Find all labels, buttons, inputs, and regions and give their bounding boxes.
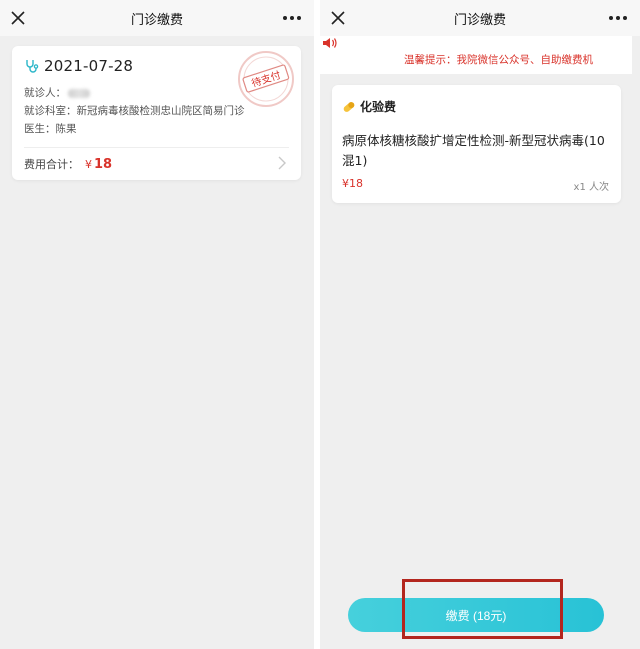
department-label: 就诊科室： xyxy=(24,105,77,117)
speaker-icon xyxy=(323,38,337,48)
total-row: 费用合计： ¥ 18 xyxy=(24,156,112,172)
notice-text: 温馨提示：我院微信公众号、自助缴费机 xyxy=(404,54,593,66)
top-bar: 门诊缴费 xyxy=(320,0,640,36)
page-title: 门诊缴费 xyxy=(130,12,183,28)
total-amount: 18 xyxy=(94,156,113,172)
notice-bar: 温馨提示：我院微信公众号、自助缴费机 xyxy=(320,36,632,74)
pill-icon xyxy=(343,101,355,112)
doctor-line: 医生：陈果 xyxy=(24,121,77,136)
patient-line: 就诊人： xyxy=(24,85,90,100)
patient-label: 就诊人： xyxy=(24,87,66,99)
stethoscope-icon xyxy=(26,60,39,73)
chevron-right-icon[interactable] xyxy=(277,156,287,170)
item-quantity: x1 人次 xyxy=(573,182,609,193)
left-screen: 门诊缴费 待支付 2021-07-28 就诊人： 就诊科室：新冠病毒核酸检测忠山… xyxy=(0,0,314,649)
item-category: 化验费 xyxy=(360,100,397,114)
total-label: 费用合计： xyxy=(24,158,79,171)
pending-payment-stamp: 待支付 xyxy=(238,51,294,107)
visit-date-row: 2021-07-28 xyxy=(24,57,133,75)
page-title: 门诊缴费 xyxy=(453,12,506,28)
close-icon[interactable] xyxy=(328,8,348,28)
divider xyxy=(24,147,289,148)
patient-name-blurred xyxy=(68,88,90,98)
highlight-box xyxy=(402,579,563,639)
department-line: 就诊科室：新冠病毒核酸检测忠山院区简易门诊 xyxy=(24,103,245,118)
close-icon[interactable] xyxy=(8,8,28,28)
item-category-row: 化验费 xyxy=(342,98,396,115)
item-price: ¥18 xyxy=(342,177,363,190)
currency-symbol: ¥ xyxy=(85,157,92,171)
more-icon[interactable] xyxy=(280,8,304,28)
top-bar: 门诊缴费 xyxy=(0,0,314,36)
doctor-value: 陈果 xyxy=(55,123,77,135)
department-value: 新冠病毒核酸检测忠山院区简易门诊 xyxy=(76,105,245,117)
doctor-label: 医生： xyxy=(24,123,56,135)
visit-card[interactable]: 待支付 2021-07-28 就诊人： 就诊科室：新冠病毒核酸检测忠山院区简易门… xyxy=(12,46,301,180)
item-name: 病原体核糖核酸扩增定性检测-新型冠状病毒(10混1) xyxy=(342,133,605,168)
fee-item-card: 化验费 病原体核糖核酸扩增定性检测-新型冠状病毒(10混1) ¥18 x1 人次 xyxy=(332,85,621,203)
right-screen: 门诊缴费 温馨提示：我院微信公众号、自助缴费机 化验费 病原体核糖核酸扩增定性检… xyxy=(320,0,640,649)
more-icon[interactable] xyxy=(606,8,630,28)
visit-date: 2021-07-28 xyxy=(44,57,134,75)
